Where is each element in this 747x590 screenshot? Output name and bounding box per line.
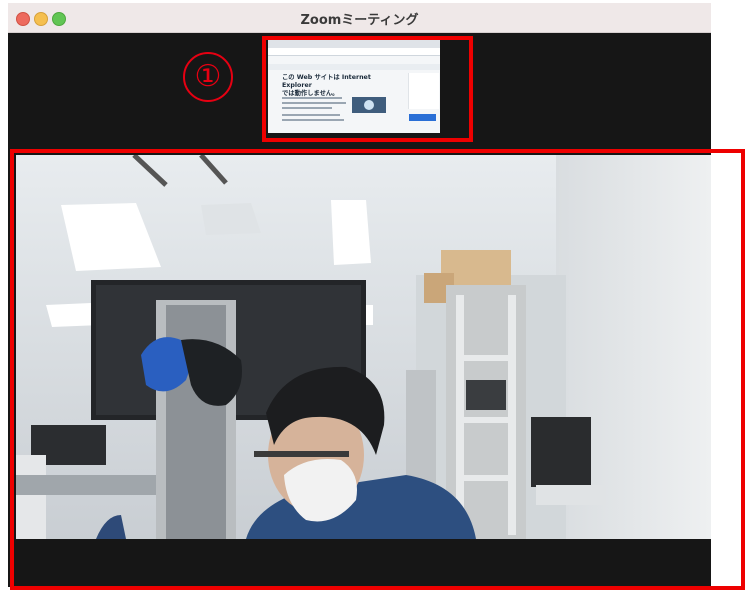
thumbnail-highlight-frame [262,36,473,142]
title-bar: Zoomミーティング [8,3,711,33]
window-title: Zoomミーティング [300,13,419,28]
video-highlight-frame [10,149,745,590]
annotation-marker: ① [183,52,233,102]
